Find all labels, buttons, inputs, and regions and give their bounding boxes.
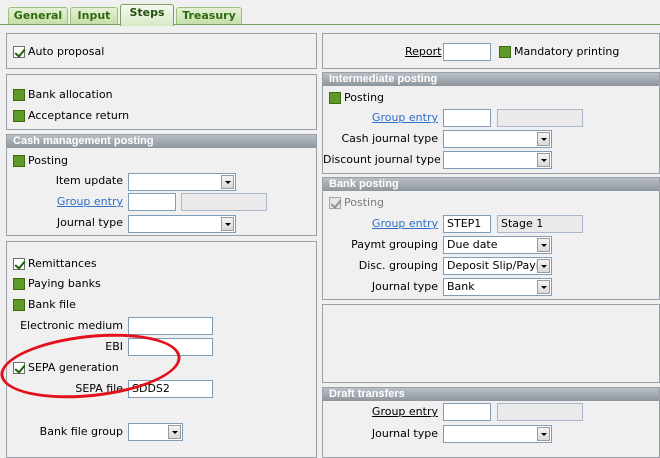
remittances-checkbox[interactable] — [13, 258, 25, 270]
remittances-panel: Remittances Paying banks Bank file Elect… — [6, 241, 317, 458]
tab-divider — [0, 24, 660, 25]
ebi-label: EBI — [105, 340, 123, 353]
tab-input[interactable]: Input — [70, 7, 118, 24]
paymt-grouping-label: Paymt grouping — [351, 238, 438, 251]
mandatory-printing-label: Mandatory printing — [514, 45, 620, 58]
cash-posting-label: Posting — [28, 154, 69, 167]
cash-management-header: Cash management posting — [7, 135, 316, 148]
bank-file-label: Bank file — [28, 298, 76, 311]
bank-posting-panel: Bank posting Posting Group entry STEP1 S… — [322, 177, 660, 300]
auto-proposal-label: Auto proposal — [28, 45, 105, 58]
cash-management-panel: Cash management posting Posting Item upd… — [6, 134, 317, 236]
chevron-down-icon[interactable] — [537, 132, 550, 146]
cash-group-entry-desc — [181, 193, 267, 211]
sepa-file-label: SEPA file — [75, 382, 123, 395]
intermediate-posting-panel: Intermediate posting Posting Group entry… — [322, 72, 660, 174]
disc-grouping-value: Deposit Slip/Payin — [447, 259, 546, 272]
report-input[interactable] — [443, 43, 491, 61]
disc-grouping-combo[interactable]: Deposit Slip/Payin — [443, 257, 552, 275]
cash-journal-type-combo[interactable] — [128, 215, 236, 233]
bank-journal-type-combo[interactable]: Bank — [443, 278, 552, 296]
draft-group-entry-desc — [497, 403, 583, 421]
sepa-file-input[interactable]: SDDS2 — [128, 380, 213, 398]
bank-journal-type-label: Journal type — [371, 280, 438, 293]
bank-group-entry-desc: Stage 1 — [497, 215, 583, 233]
bank-allocation-label: Bank allocation — [28, 88, 113, 101]
chevron-down-icon[interactable] — [221, 217, 234, 231]
intermediate-posting-checkbox[interactable] — [329, 92, 341, 104]
chevron-down-icon[interactable] — [537, 259, 550, 273]
bank-allocation-checkbox[interactable] — [13, 89, 25, 101]
report-link[interactable]: Report — [405, 45, 441, 59]
electronic-medium-input[interactable] — [128, 317, 213, 335]
tab-bar: General Input Steps Treasury — [0, 0, 660, 26]
paymt-grouping-value: Due date — [447, 238, 498, 251]
bank-posting-checkbox — [329, 197, 341, 209]
discount-journal-type-combo[interactable] — [443, 151, 552, 169]
draft-transfers-panel: Draft transfers Group entry Journal type — [322, 387, 660, 458]
remittances-label: Remittances — [28, 257, 97, 270]
empty-panel — [322, 304, 660, 383]
bank-file-group-combo[interactable] — [128, 423, 183, 441]
draft-journal-type-label: Journal type — [371, 427, 438, 440]
cash-journal-type-label: Cash journal type — [341, 132, 438, 145]
intermediate-posting-label: Posting — [344, 91, 385, 104]
sepa-generation-label: SEPA generation — [28, 361, 119, 374]
bank-file-checkbox[interactable] — [13, 299, 25, 311]
chevron-down-icon[interactable] — [537, 153, 550, 167]
cash-group-entry-input[interactable] — [128, 193, 176, 211]
tab-steps[interactable]: Steps — [120, 4, 174, 26]
draft-journal-type-combo[interactable] — [443, 425, 552, 443]
discount-journal-type-label: Discount journal type — [323, 153, 441, 166]
bank-file-group-label: Bank file group — [39, 425, 123, 438]
cash-posting-checkbox[interactable] — [13, 155, 25, 167]
draft-group-entry-link[interactable]: Group entry — [333, 405, 438, 419]
chevron-down-icon[interactable] — [537, 238, 550, 252]
tab-treasury[interactable]: Treasury — [176, 7, 242, 24]
item-update-label: Item update — [55, 174, 123, 187]
bank-journal-type-value: Bank — [447, 280, 475, 293]
paying-banks-checkbox[interactable] — [13, 278, 25, 290]
intermediate-group-entry-link[interactable]: Group entry — [333, 111, 438, 125]
cash-journal-type-combo[interactable] — [443, 130, 552, 148]
auto-proposal-checkbox[interactable] — [13, 46, 25, 58]
bank-posting-header: Bank posting — [323, 178, 659, 191]
chevron-down-icon[interactable] — [168, 425, 181, 439]
chevron-down-icon[interactable] — [537, 280, 550, 294]
cash-journal-type-label: Journal type — [56, 216, 123, 229]
electronic-medium-label: Electronic medium — [20, 319, 123, 332]
sepa-generation-checkbox[interactable] — [13, 362, 25, 374]
bank-group-entry-link[interactable]: Group entry — [333, 217, 438, 231]
intermediate-posting-header: Intermediate posting — [323, 73, 659, 86]
acceptance-return-checkbox[interactable] — [13, 110, 25, 122]
bank-allocation-panel: Bank allocation Acceptance return — [6, 74, 317, 130]
intermediate-group-entry-desc — [497, 109, 583, 127]
paymt-grouping-combo[interactable]: Due date — [443, 236, 552, 254]
chevron-down-icon[interactable] — [221, 175, 234, 189]
report-panel: Report Mandatory printing — [322, 33, 660, 69]
ebi-input[interactable] — [128, 338, 213, 356]
bank-group-entry-input[interactable]: STEP1 — [443, 215, 491, 233]
draft-group-entry-input[interactable] — [443, 403, 491, 421]
disc-grouping-label: Disc. grouping — [358, 259, 438, 272]
auto-proposal-panel: Auto proposal — [6, 33, 317, 69]
acceptance-return-label: Acceptance return — [28, 109, 130, 122]
item-update-combo[interactable] — [128, 173, 236, 191]
paying-banks-label: Paying banks — [28, 277, 101, 290]
mandatory-printing-checkbox[interactable] — [499, 46, 511, 58]
chevron-down-icon[interactable] — [537, 427, 550, 441]
cash-group-entry-link[interactable]: Group entry — [27, 195, 123, 209]
bank-posting-label: Posting — [344, 196, 385, 209]
draft-transfers-header: Draft transfers — [323, 388, 659, 401]
intermediate-group-entry-input[interactable] — [443, 109, 491, 127]
tab-general[interactable]: General — [8, 7, 68, 24]
